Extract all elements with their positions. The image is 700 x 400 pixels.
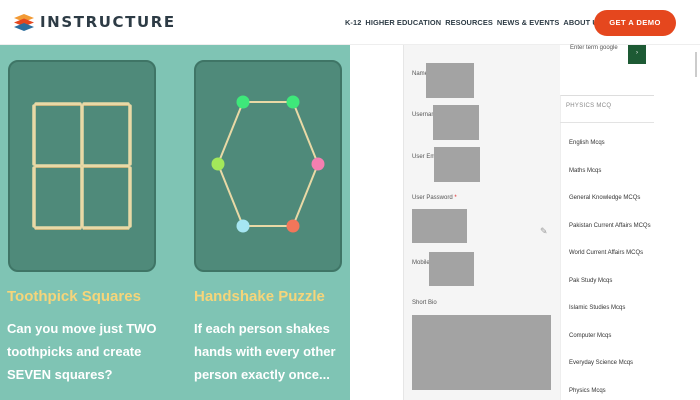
sidebar-item-general-knowledge[interactable]: General Knowledge MCQs <box>569 195 651 223</box>
sidebar-heading: PHYSICS MCQ <box>566 103 612 109</box>
sidebar: Enter term google › PHYSICS MCQ English … <box>560 45 654 400</box>
puzzle-panel: Toothpick Squares Handshake Puzzle Can y… <box>0 45 350 400</box>
right-margin <box>654 45 700 400</box>
name-field[interactable] <box>426 63 474 98</box>
sidebar-item-computer[interactable]: Computer Mcqs <box>569 333 651 361</box>
content-gap <box>350 45 403 400</box>
sidebar-item-physics[interactable]: Physics Mcqs <box>569 388 651 400</box>
scrollbar-thumb[interactable] <box>695 52 697 77</box>
toothpick-grid-illustration <box>32 102 132 230</box>
nav-resources[interactable]: RESOURCES <box>445 18 493 27</box>
search-input[interactable]: Enter term google <box>570 45 618 51</box>
logo-text: INSTRUCTURE <box>40 13 176 31</box>
sidebar-item-islamic-studies[interactable]: Islamic Studies Mcqs <box>569 305 651 333</box>
page: INSTRUCTURE K-12 HIGHER EDUCATION RESOUR… <box>0 0 700 400</box>
instructure-logo[interactable]: INSTRUCTURE <box>14 13 176 31</box>
user-email-field[interactable] <box>434 147 480 182</box>
sidebar-divider <box>560 122 654 123</box>
sidebar-item-english[interactable]: English Mcqs <box>569 140 651 168</box>
nav-k12[interactable]: K-12 <box>345 18 361 27</box>
registration-form: Name * Username * User Email * User Pass… <box>403 45 560 400</box>
pencil-icon[interactable]: ✎ <box>540 226 548 237</box>
sidebar-category-list: English Mcqs Maths Mcqs General Knowledg… <box>569 140 651 400</box>
toothpick-puzzle-title[interactable]: Toothpick Squares <box>7 288 141 305</box>
sidebar-item-world-current-affairs[interactable]: World Current Affairs MCQs <box>569 250 651 278</box>
sidebar-item-everyday-science[interactable]: Everyday Science Mcqs <box>569 360 651 388</box>
get-a-demo-button[interactable]: GET A DEMO <box>594 10 676 36</box>
site-header: INSTRUCTURE K-12 HIGHER EDUCATION RESOUR… <box>0 0 700 45</box>
search-button[interactable]: › <box>628 45 646 64</box>
user-password-label: User Password * <box>412 195 457 201</box>
handshake-hexagon-illustration <box>211 95 325 233</box>
nav-news-events[interactable]: NEWS & EVENTS <box>497 18 560 27</box>
handshake-puzzle-title[interactable]: Handshake Puzzle <box>194 288 325 305</box>
handshake-puzzle-card[interactable] <box>194 60 342 272</box>
sidebar-item-pakistan-current-affairs[interactable]: Pakistan Current Affairs MCQs <box>569 223 651 251</box>
sidebar-item-pak-study[interactable]: Pak Study Mcqs <box>569 278 651 306</box>
toothpick-puzzle-card[interactable] <box>8 60 156 272</box>
toothpick-puzzle-description: Can you move just TWO toothpicks and cre… <box>7 321 157 382</box>
mobile-no-field[interactable] <box>429 252 474 286</box>
nav-higher-education[interactable]: HIGHER EDUCATION <box>365 18 441 27</box>
short-bio-textarea[interactable] <box>412 315 551 390</box>
logo-icon <box>14 13 34 31</box>
handshake-puzzle-description: If each person shakes hands with every o… <box>194 321 336 382</box>
sidebar-item-maths[interactable]: Maths Mcqs <box>569 168 651 196</box>
user-password-field[interactable] <box>412 209 467 243</box>
short-bio-label: Short Bio <box>412 300 437 306</box>
username-field[interactable] <box>433 105 479 140</box>
main-nav: K-12 HIGHER EDUCATION RESOURCES NEWS & E… <box>345 18 607 27</box>
